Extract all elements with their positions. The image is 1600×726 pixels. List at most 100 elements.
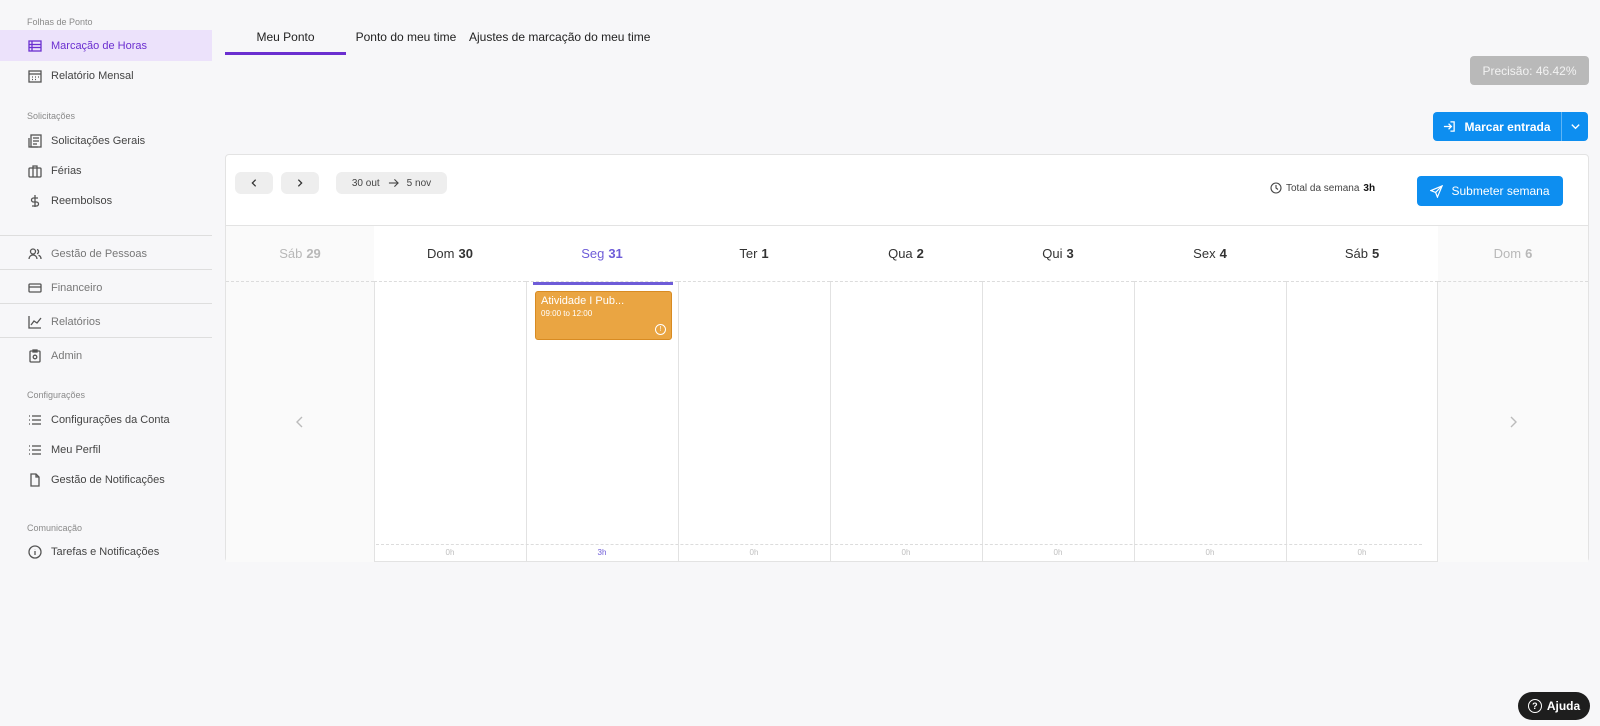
divider: [0, 269, 212, 270]
chevron-right-icon: [295, 178, 305, 188]
section-label-solicitacoes: Solicitações: [27, 111, 76, 121]
next-day-area[interactable]: [1438, 282, 1588, 562]
timesheet-icon: [27, 38, 43, 54]
day-name: Dom: [427, 246, 455, 261]
sidebar-item-label: Reembolsos: [51, 194, 113, 207]
sidebar-item-label: Tarefas e Notificações: [51, 545, 160, 558]
sidebar-item-label: Marcação de Horas: [51, 39, 147, 52]
day-column[interactable]: [830, 282, 982, 562]
sidebar-item-admin[interactable]: Admin: [0, 340, 212, 371]
day-header: Sáb 29: [226, 225, 374, 282]
day-hours: 0h: [1357, 548, 1367, 557]
day-number: 29: [306, 246, 321, 261]
day-name: Ter: [739, 246, 758, 261]
clock-icon: [1270, 182, 1282, 194]
week-total: Total da semana 3h: [1270, 182, 1375, 194]
day-hours: 0h: [1205, 548, 1215, 557]
divider: [0, 303, 212, 304]
tab-ajustes-de-marcacao[interactable]: Ajustes de marcação do meu time: [466, 26, 661, 55]
line-chart-icon: [27, 314, 43, 330]
day-column[interactable]: [678, 282, 830, 562]
clipboard-icon: [27, 348, 43, 364]
next-week-button[interactable]: [281, 172, 319, 194]
day-number: 1: [761, 246, 769, 261]
suitcase-icon: [27, 163, 43, 179]
day-column[interactable]: [1134, 282, 1286, 562]
section-label-configuracoes: Configurações: [27, 390, 86, 400]
question-icon: ?: [1527, 699, 1542, 713]
section-label-folhas: Folhas de Ponto: [27, 17, 93, 27]
sidebar-item-relatorios[interactable]: Relatórios: [0, 306, 212, 337]
day-header: Ter 1: [678, 225, 830, 282]
previous-day-area[interactable]: [226, 282, 374, 562]
submit-week-button[interactable]: Submeter semana: [1417, 176, 1563, 206]
list-icon: [27, 412, 43, 428]
day-number: 4: [1219, 246, 1227, 261]
sidebar-item-marcacao-de-horas[interactable]: Marcação de Horas: [0, 30, 212, 61]
event-time: 09:00 to 12:00: [541, 309, 593, 318]
day-name: Sex: [1193, 246, 1216, 261]
day-name: Sáb: [1344, 246, 1368, 261]
range-end: 5 nov: [406, 177, 432, 189]
day-name: Qua: [888, 246, 913, 261]
day-hours: 0h: [901, 548, 911, 557]
document-list-icon: [27, 133, 43, 149]
day-hours: 3h: [597, 548, 607, 557]
info-icon: [27, 544, 43, 560]
divider: [0, 235, 212, 236]
date-range-picker[interactable]: 30 out 5 nov: [336, 172, 447, 194]
time-entry-event[interactable]: Atividade I Pub... 09:00 to 12:00 !: [535, 291, 672, 340]
precision-badge: Precisão: 46.42%: [1470, 56, 1589, 85]
sidebar: Folhas de Ponto Marcação de Horas Relató…: [0, 0, 212, 726]
sidebar-item-solicitacoes-gerais[interactable]: Solicitações Gerais: [0, 125, 212, 156]
day-name: Dom: [1493, 246, 1522, 261]
clock-in-dropdown-toggle[interactable]: [1561, 112, 1588, 141]
day-name: Sáb: [279, 246, 303, 261]
day-header: Qui 3: [982, 225, 1134, 282]
clock-in-button[interactable]: Marcar entrada: [1433, 112, 1561, 141]
credit-card-icon: [27, 280, 43, 296]
tab-meu-ponto[interactable]: Meu Ponto: [225, 26, 346, 55]
sidebar-item-meu-perfil[interactable]: Meu Perfil: [0, 434, 212, 465]
list-icon: [27, 442, 43, 458]
clock-in-label: Marcar entrada: [1464, 119, 1551, 134]
day-column[interactable]: [982, 282, 1134, 562]
sidebar-item-gestao-de-pessoas[interactable]: Gestão de Pessoas: [0, 238, 212, 269]
week-calendar: 30 out 5 nov Total da semana 3h Submeter…: [225, 154, 1589, 562]
exclamation-icon[interactable]: !: [655, 324, 666, 335]
sidebar-item-ferias[interactable]: Férias: [0, 155, 212, 186]
day-hours: 0h: [445, 548, 455, 557]
file-icon: [27, 472, 43, 488]
day-header: Sex 4: [1134, 225, 1286, 282]
day-number: 2: [916, 246, 924, 261]
sidebar-item-tarefas-e-notificacoes[interactable]: Tarefas e Notificações: [0, 536, 212, 567]
day-number: 30: [458, 246, 473, 261]
day-number: 5: [1371, 246, 1380, 261]
day-column[interactable]: [1286, 282, 1438, 562]
chevron-left-icon: [295, 415, 305, 429]
sidebar-item-label: Meu Perfil: [51, 443, 101, 456]
sidebar-item-label: Gestão de Pessoas: [51, 247, 148, 260]
tab-ponto-do-meu-time[interactable]: Ponto do meu time: [346, 26, 466, 55]
sidebar-item-label: Relatórios: [51, 315, 101, 328]
sidebar-item-relatorio-mensal[interactable]: Relatório Mensal: [0, 60, 212, 91]
help-button[interactable]: ? Ajuda: [1518, 692, 1590, 720]
chevron-down-icon: [1570, 121, 1581, 132]
sidebar-item-label: Relatório Mensal: [51, 69, 134, 82]
sidebar-item-gestao-de-notificacoes[interactable]: Gestão de Notificações: [0, 464, 212, 495]
previous-week-button[interactable]: [235, 172, 273, 194]
day-column[interactable]: [374, 282, 526, 562]
day-number: 3: [1066, 246, 1074, 261]
sidebar-item-label: Admin: [51, 349, 83, 362]
calendar-icon: [27, 68, 43, 84]
hours-divider: [376, 544, 1422, 545]
sidebar-item-financeiro[interactable]: Financeiro: [0, 272, 212, 303]
sidebar-item-configuracoes-da-conta[interactable]: Configurações da Conta: [0, 404, 212, 435]
day-hours: 0h: [749, 548, 759, 557]
section-label-comunicacao: Comunicação: [27, 523, 83, 533]
day-number: 31: [608, 246, 623, 261]
sidebar-item-reembolsos[interactable]: Reembolsos: [0, 185, 212, 216]
sidebar-item-label: Férias: [51, 164, 82, 177]
submit-week-label: Submeter semana: [1451, 184, 1550, 198]
dollar-icon: [27, 193, 43, 209]
